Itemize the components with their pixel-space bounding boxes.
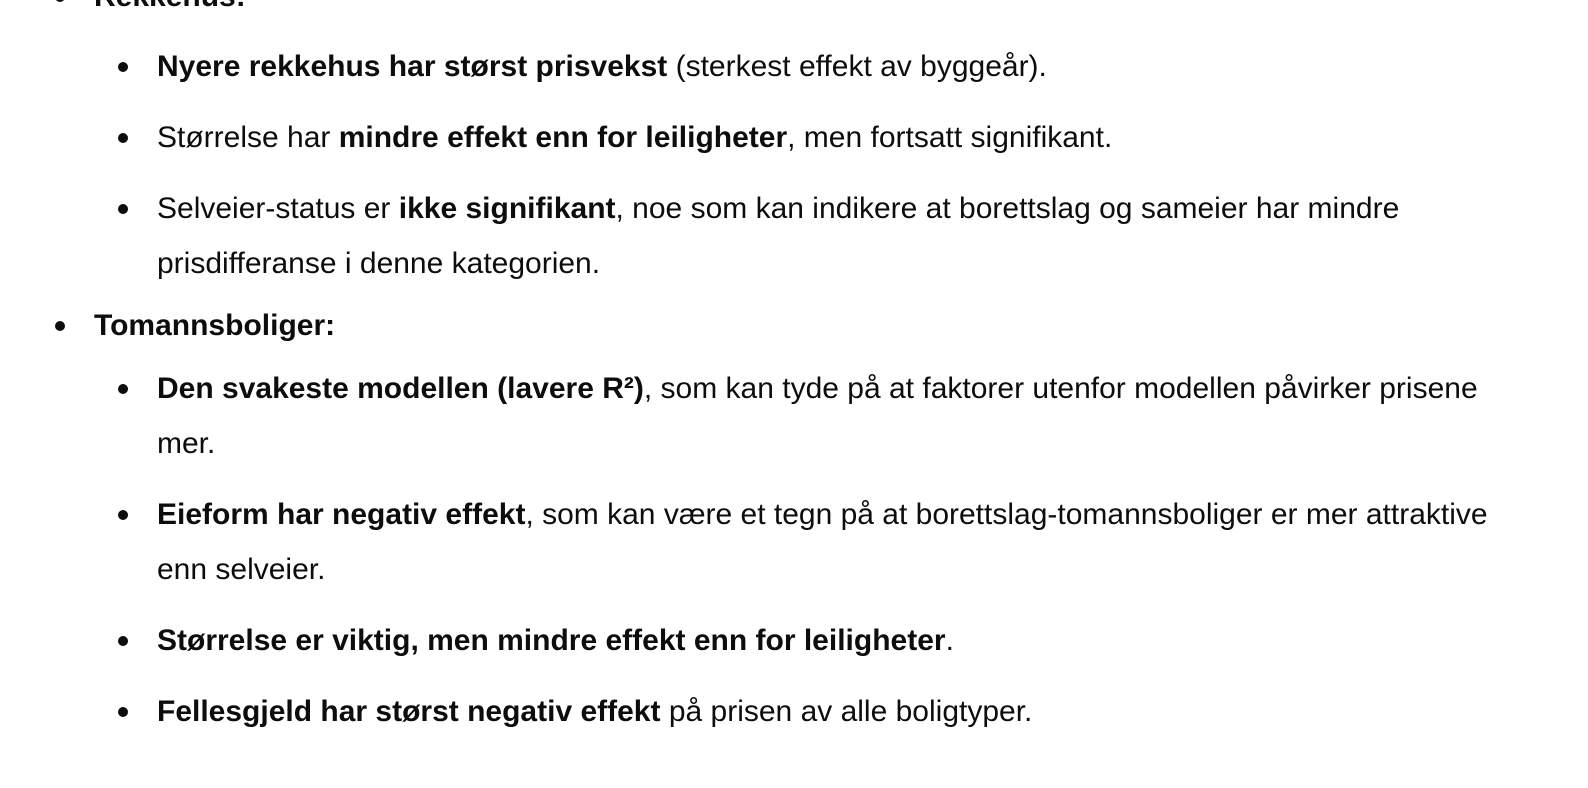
bold-text: ikke signifikant (398, 192, 616, 225)
list-item: Størrelse er viktig, men mindre effekt e… (118, 613, 1588, 668)
list-item-rekkehus: Rekkehus: Nyere rekkehus har størst pris… (0, 0, 1588, 291)
bold-text: Eieform har negativ effekt (157, 498, 526, 531)
list-item: Selveier-status er ikke signifikant, noe… (118, 181, 1588, 291)
list-item: Nyere rekkehus har størst prisvekst (ste… (118, 39, 1588, 94)
list-item-tomannsboliger: Tomannsboliger: Den svakeste modellen (l… (0, 307, 1588, 739)
document-body: Rekkehus: Nyere rekkehus har størst pris… (0, 0, 1588, 761)
list-item: Fellesgjeld har størst negativ effekt på… (118, 684, 1588, 739)
bold-text: Den svakeste modellen (lavere R²) (157, 372, 644, 405)
bold-text: Størrelse er viktig, men mindre effekt e… (157, 624, 946, 657)
bold-text: Nyere rekkehus har størst prisvekst (157, 50, 668, 83)
bold-text: Fellesgjeld har størst negativ effekt (157, 695, 661, 728)
text: (sterkest effekt av byggeår). (667, 50, 1047, 83)
bullet-list: Rekkehus: Nyere rekkehus har størst pris… (0, 0, 1588, 761)
list-item: Størrelse har mindre effekt enn for leil… (118, 110, 1588, 165)
list-item: Den svakeste modellen (lavere R²), som k… (118, 361, 1588, 471)
section-heading: Rekkehus: (94, 0, 1588, 16)
sub-list: Den svakeste modellen (lavere R²), som k… (94, 361, 1588, 739)
text: , men fortsatt signifikant. (787, 121, 1113, 154)
section-heading: Tomannsboliger: (94, 309, 336, 342)
text: . (945, 624, 954, 657)
bold-text: mindre effekt enn for leiligheter (338, 121, 788, 154)
text: på prisen av alle boligtyper. (660, 695, 1033, 728)
text: Størrelse har (157, 121, 339, 154)
text: Selveier-status er (157, 192, 399, 225)
sub-list: Nyere rekkehus har størst prisvekst (ste… (94, 39, 1588, 291)
list-item: Eieform har negativ effekt, som kan være… (118, 487, 1588, 597)
